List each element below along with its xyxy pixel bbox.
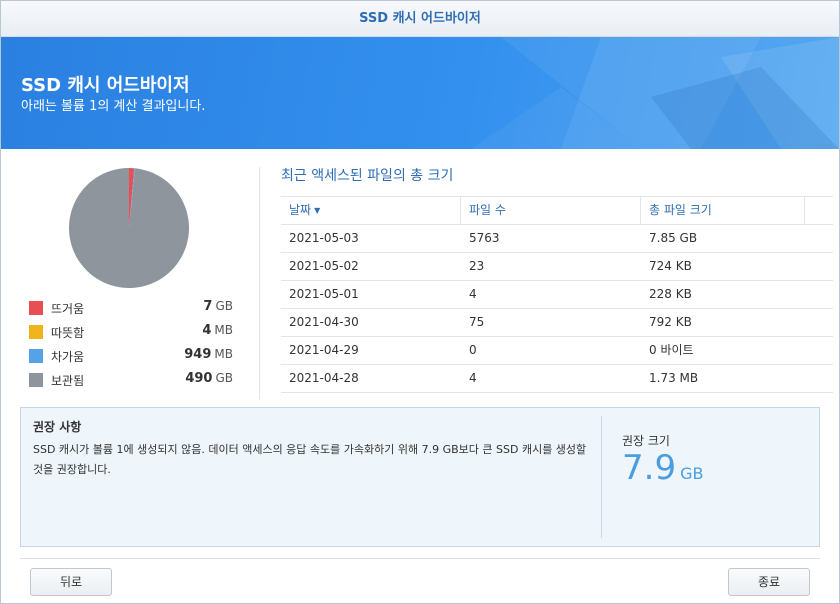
column-header-label: 총 파일 크기 [649,203,712,217]
table-row[interactable]: 2021-04-28 4 1.73 MB [281,365,833,393]
legend-value: 7 GB [203,299,233,314]
legend-label: 뜨거움 [51,302,85,316]
footer-divider [20,558,820,559]
legend-item-hot: 뜨거움 7 GB [29,297,233,321]
legend-unit: GB [215,299,233,313]
header-banner: SSD 캐시 어드바이저 아래는 볼륨 1의 계산 결과입니다. [1,37,839,149]
column-header-label: 날짜 [289,203,312,217]
legend-number: 490 [185,371,213,386]
recommended-size-label: 권장 크기 [622,434,670,448]
cell-size: 7.85 GB [649,231,698,245]
cell-count: 4 [469,371,477,385]
back-button[interactable]: 뒤로 [30,568,112,596]
cell-date: 2021-04-30 [289,315,359,329]
cell-size: 792 KB [649,315,692,329]
legend-item-cold: 차가움 949 MB [29,345,233,369]
recommended-size-value: 7.9 [622,448,677,488]
recommendation-title: 권장 사항 [33,420,82,434]
legend-item-warm: 따뜻함 4 MB [29,321,233,345]
legend-swatch-hot [29,301,43,315]
legend-swatch-warm [29,325,43,339]
legend-number: 7 [203,299,213,314]
pie-slice-retained [69,168,189,288]
recommendation-divider [601,416,602,538]
files-section-title: 최근 액세스된 파일의 총 크기 [281,168,454,184]
cell-date: 2021-04-28 [289,371,359,385]
legend-value: 949 MB [184,347,233,362]
ssd-cache-advisor-window: SSD 캐시 어드바이저 SSD 캐시 어드바이저 아래는 볼륨 1의 계산 결… [0,0,840,604]
legend-unit: MB [214,347,233,361]
cell-date: 2021-05-03 [289,231,359,245]
legend-number: 4 [202,323,212,338]
cell-count: 0 [469,343,477,357]
table-row[interactable]: 2021-04-30 75 792 KB [281,309,833,337]
panel-divider [259,167,260,399]
column-header-count[interactable]: 파일 수 [461,197,641,224]
cell-count: 75 [469,315,485,329]
cell-date: 2021-05-02 [289,259,359,273]
legend-number: 949 [184,347,212,362]
banner-subtitle: 아래는 볼륨 1의 계산 결과입니다. [21,99,206,114]
legend-swatch-retained [29,373,43,387]
pie-legend: 뜨거움 7 GB 따뜻함 4 MB 차가움 949 MB 보관됨 490 GB [29,297,233,393]
legend-value: 4 MB [202,323,233,338]
cell-count: 5763 [469,231,500,245]
banner-title: SSD 캐시 어드바이저 [21,75,190,96]
cell-size: 0 바이트 [649,343,694,357]
cell-date: 2021-04-29 [289,343,359,357]
legend-unit: MB [214,323,233,337]
cell-count: 23 [469,259,485,273]
legend-label: 보관됨 [51,374,85,388]
cell-date: 2021-05-01 [289,287,359,301]
recommendation-text: SSD 캐시가 볼륨 1에 생성되지 않음. 데이터 액세스의 응답 속도를 가… [33,443,587,476]
recommended-size-unit: GB [680,464,704,483]
table-row[interactable]: 2021-05-03 5763 7.85 GB [281,225,833,253]
cell-size: 228 KB [649,287,692,301]
column-header-size[interactable]: 총 파일 크기 [641,197,805,224]
legend-item-retained: 보관됨 490 GB [29,369,233,393]
cache-pie-chart [69,168,189,288]
cell-count: 4 [469,287,477,301]
legend-label: 따뜻함 [51,326,85,340]
column-header-label: 파일 수 [469,203,506,217]
cell-size: 724 KB [649,259,692,273]
close-button[interactable]: 종료 [728,568,810,596]
table-row[interactable]: 2021-04-29 0 0 바이트 [281,337,833,365]
table-row[interactable]: 2021-05-01 4 228 KB [281,281,833,309]
legend-label: 차가움 [51,350,85,364]
recommendation-panel: 권장 사항 SSD 캐시가 볼륨 1에 생성되지 않음. 데이터 액세스의 응답… [20,407,820,547]
column-header-date[interactable]: 날짜 ▼ [281,197,461,224]
table-header: 날짜 ▼ 파일 수 총 파일 크기 [281,197,833,225]
sort-down-icon: ▼ [314,206,321,215]
table-row[interactable]: 2021-05-02 23 724 KB [281,253,833,281]
cell-size: 1.73 MB [649,371,699,385]
recommended-size: 7.9 GB [622,448,703,488]
window-title: SSD 캐시 어드바이저 [1,1,839,37]
pie-svg [69,168,189,288]
legend-swatch-cold [29,349,43,363]
legend-value: 490 GB [185,371,233,386]
accessed-files-table: 날짜 ▼ 파일 수 총 파일 크기 2021-05-03 5763 7.85 GB… [281,196,833,393]
legend-unit: GB [215,371,233,385]
